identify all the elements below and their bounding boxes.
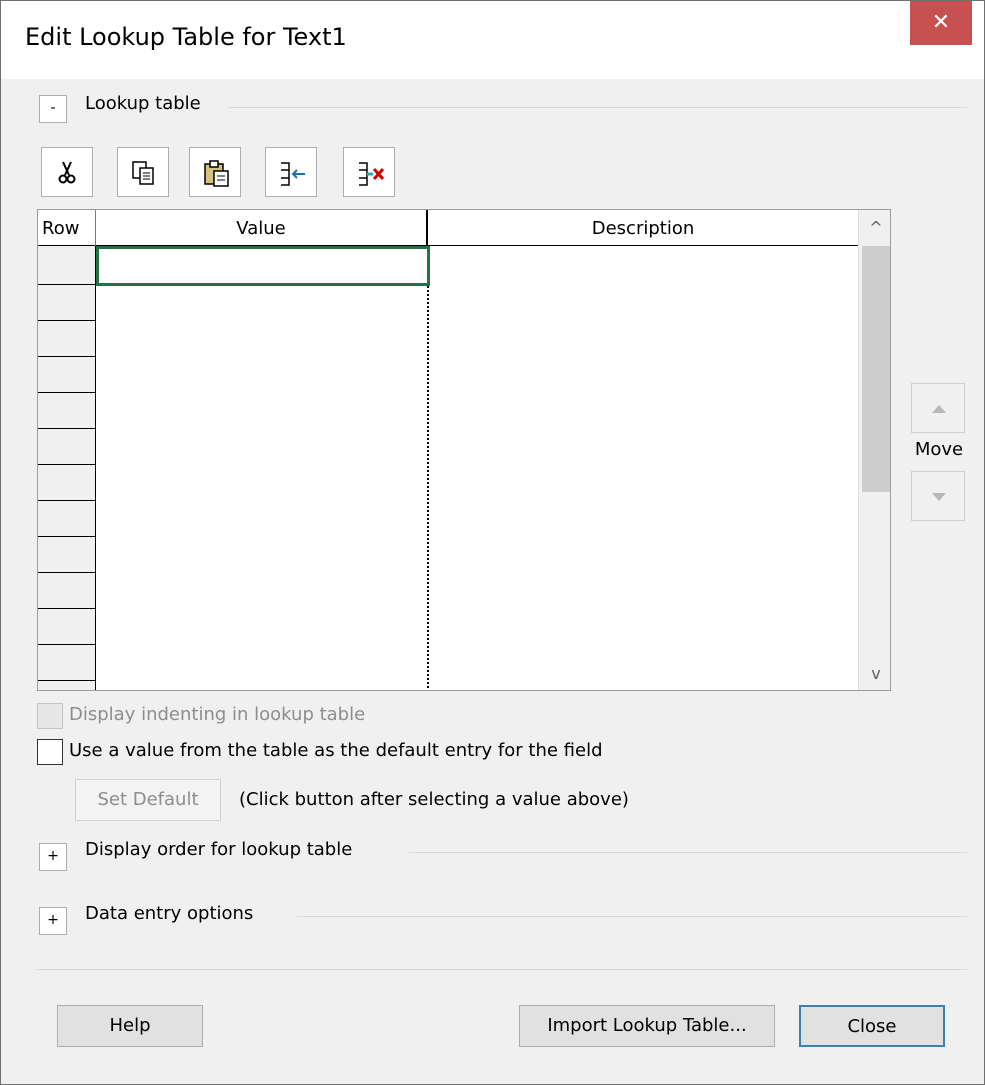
lookup-table-section-header: - Lookup table [9, 89, 976, 129]
column-header-value[interactable]: Value [96, 210, 428, 246]
section-divider [297, 916, 967, 917]
move-up-button[interactable] [911, 383, 965, 433]
display-indenting-option: Display indenting in lookup table [37, 703, 457, 731]
row-header-divider [38, 572, 96, 573]
use-default-label: Use a value from the table as the defaul… [69, 740, 603, 761]
copy-button[interactable] [117, 147, 169, 197]
triangle-up-icon [932, 405, 946, 413]
move-label: Move [914, 439, 964, 460]
section-divider [229, 107, 967, 108]
grid-vertical-scrollbar[interactable]: ^ v [858, 210, 890, 690]
use-default-checkbox[interactable] [37, 739, 63, 765]
dialog-body: - Lookup table Row Value Description ^ v… [9, 79, 976, 1077]
paste-icon [204, 160, 229, 187]
row-header-divider [38, 500, 96, 501]
import-lookup-table-button[interactable]: Import Lookup Table... [519, 1005, 775, 1047]
set-default-hint: (Click button after selecting a value ab… [239, 789, 629, 810]
data-entry-section-label: Data entry options [85, 903, 254, 924]
edit-lookup-table-dialog: Edit Lookup Table for Text1 ✕ - Lookup t… [0, 0, 985, 1085]
row-header-divider [38, 320, 96, 321]
grid-header: Row Value Description [38, 210, 858, 246]
row-header-divider [38, 680, 96, 681]
display-indenting-label: Display indenting in lookup table [69, 704, 366, 725]
delete-row-button[interactable] [343, 147, 395, 197]
row-header-divider [38, 644, 96, 645]
display-indenting-checkbox[interactable] [37, 703, 63, 729]
footer-divider [37, 969, 967, 970]
row-header-column [38, 246, 96, 690]
lookup-table-collapse-button[interactable]: - [39, 95, 67, 123]
scroll-down-icon[interactable]: v [859, 656, 890, 690]
display-order-section-label: Display order for lookup table [85, 839, 353, 860]
column-header-row: Row [38, 210, 96, 246]
scissors-icon [58, 161, 76, 184]
scrollbar-thumb[interactable] [862, 246, 890, 492]
insert-row-button[interactable] [265, 147, 317, 197]
triangle-down-icon [932, 493, 946, 501]
display-order-expand-button[interactable]: + [39, 843, 67, 871]
close-button[interactable]: Close [799, 1005, 945, 1047]
set-default-button[interactable]: Set Default [75, 779, 221, 821]
title-bar: Edit Lookup Table for Text1 ✕ [1, 1, 984, 79]
data-entry-section-header: + Data entry options [9, 899, 976, 939]
column-header-description[interactable]: Description [428, 210, 858, 246]
data-entry-expand-button[interactable]: + [39, 907, 67, 935]
help-button[interactable]: Help [57, 1005, 203, 1047]
row-header-divider [38, 608, 96, 609]
cut-button[interactable] [41, 147, 93, 197]
paste-button[interactable] [189, 147, 241, 197]
copy-icon [132, 161, 154, 185]
lookup-grid[interactable]: Row Value Description ^ v [37, 209, 891, 691]
row-header-divider [38, 356, 96, 357]
close-icon: ✕ [931, 10, 951, 35]
insert-row-icon [281, 162, 305, 186]
row-header-divider [38, 464, 96, 465]
active-value-cell[interactable] [96, 246, 430, 286]
section-divider [409, 852, 967, 853]
row-header-divider [38, 428, 96, 429]
delete-row-icon [359, 162, 385, 186]
row-header-divider [38, 284, 96, 285]
close-window-button[interactable]: ✕ [910, 1, 972, 45]
use-default-option: Use a value from the table as the defaul… [37, 739, 737, 767]
scroll-up-icon[interactable]: ^ [859, 210, 890, 246]
display-order-section-header: + Display order for lookup table [9, 835, 976, 875]
dialog-title: Edit Lookup Table for Text1 [25, 23, 347, 51]
row-header-divider [38, 536, 96, 537]
move-down-button[interactable] [911, 471, 965, 521]
value-column-divider [427, 246, 429, 690]
lookup-table-section-label: Lookup table [85, 93, 201, 114]
row-header-divider [38, 392, 96, 393]
